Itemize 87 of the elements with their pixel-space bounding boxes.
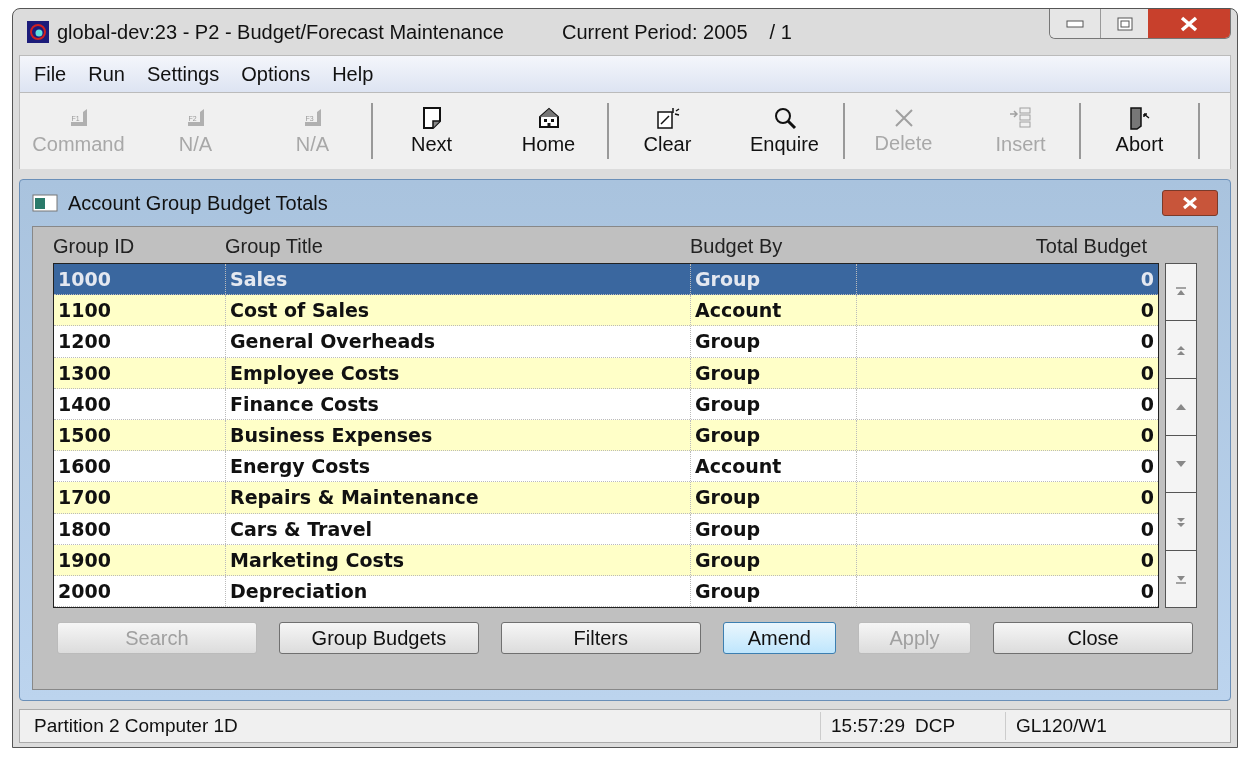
close-icon — [892, 107, 915, 129]
table-cell: Cost of Sales — [226, 295, 691, 326]
maximize-icon — [1116, 16, 1133, 31]
table-cell: 1500 — [54, 419, 226, 451]
close-button[interactable] — [1148, 9, 1230, 38]
table-cell-text: 0 — [1139, 422, 1155, 448]
exit-door-icon — [1127, 106, 1152, 130]
table-cell: 1100 — [54, 295, 226, 326]
maximize-button[interactable] — [1100, 9, 1148, 38]
menu-item[interactable]: Run — [88, 59, 125, 89]
table-cell: 1400 — [54, 388, 226, 419]
dialog-button[interactable]: Group Budgets — [278, 622, 479, 655]
table-cell: Account — [691, 451, 857, 482]
table-cell-text: 0 — [1139, 578, 1155, 604]
menu-item[interactable]: Help — [332, 59, 374, 89]
table-cell: Group — [691, 264, 857, 295]
page-icon — [421, 106, 442, 130]
current-period: Current Period: 2005 — [561, 20, 748, 45]
column-header: Group Title — [225, 234, 324, 259]
period-number: / 1 — [769, 20, 792, 45]
table-cell: Group — [691, 482, 857, 513]
table-cell: 1600 — [54, 451, 226, 482]
minimize-icon — [1066, 19, 1084, 28]
table-cell: Employee Costs — [226, 357, 691, 388]
status-time: 15:57:29 — [820, 711, 915, 741]
table-cell: Sales — [226, 264, 691, 295]
table-cell: Group — [691, 326, 857, 357]
table-cell-text: 0 — [1139, 547, 1155, 573]
table-cell: 1700 — [54, 482, 226, 513]
table-cell: Energy Costs — [226, 451, 691, 482]
dialog-button[interactable]: Amend — [722, 622, 836, 655]
table-cell: Group — [691, 513, 857, 544]
close-icon — [1181, 196, 1199, 210]
table-cell-text: 0 — [1139, 298, 1155, 324]
menu-item[interactable]: Settings — [146, 59, 220, 89]
table-cell: General Overheads — [226, 326, 691, 357]
status-message: Partition 2 Computer 1D — [33, 713, 239, 738]
toolbar-button[interactable]: Home — [490, 106, 607, 156]
toolbar-button[interactable]: Next — [373, 106, 490, 156]
dialog-close-button[interactable] — [1162, 190, 1218, 216]
column-header: Budget By — [690, 234, 784, 259]
close-icon — [1179, 15, 1199, 32]
column-header: Total Budget — [1034, 234, 1147, 259]
table-cell-text: 0 — [1139, 329, 1155, 355]
table-cell: Account — [691, 295, 857, 326]
table-cell-text: 0 — [1139, 454, 1155, 480]
app-logo-icon — [27, 21, 49, 43]
dialog-button[interactable]: Close — [993, 622, 1194, 655]
dialog-button[interactable]: Filters — [500, 622, 701, 655]
table-cell-text: 0 — [1139, 391, 1155, 417]
table-cell: 1200 — [54, 326, 226, 357]
house-icon — [537, 106, 560, 130]
table-cell: Group — [691, 419, 857, 451]
table-cell-text: 0 — [1139, 360, 1155, 386]
table-cell: Repairs & Maintenance — [226, 482, 691, 513]
column-header: Group ID — [53, 234, 136, 259]
table-cell: Finance Costs — [226, 388, 691, 419]
table-cell-text: 0 — [1139, 516, 1155, 542]
table-cell: Cars & Travel — [226, 513, 691, 544]
table-cell: Group — [691, 575, 857, 607]
minimize-button[interactable] — [1050, 9, 1100, 38]
insert-rows-icon — [1008, 106, 1033, 130]
table-cell: 1300 — [54, 357, 226, 388]
menu-item[interactable]: Options — [241, 59, 311, 89]
table-cell-text: 0 — [1139, 267, 1155, 292]
menu-item[interactable]: File — [34, 59, 67, 89]
dialog-icon — [32, 194, 58, 212]
sparkle-page-icon — [655, 106, 680, 130]
table-cell: Depreciation — [226, 575, 691, 607]
table-cell: Group — [691, 357, 857, 388]
table-cell: Group — [691, 544, 857, 575]
toolbar-button[interactable]: Enquire — [726, 106, 843, 156]
table-cell: 1000 — [54, 264, 226, 295]
search-icon — [772, 106, 797, 130]
toolbar-button[interactable]: Clear — [609, 106, 726, 156]
table-cell: 2000 — [54, 575, 226, 607]
dialog-title: Account Group Budget Totals — [68, 191, 328, 216]
window-title: global-dev:23 - P2 - Budget/Forecast Maintenance — [57, 20, 504, 45]
status-program: GL120/W1 — [1004, 711, 1117, 741]
table-cell: Group — [691, 388, 857, 419]
table-cell: 1800 — [54, 513, 226, 544]
table-cell: Business Expenses — [226, 419, 691, 451]
table-cell: 1900 — [54, 544, 226, 575]
table-cell: Marketing Costs — [226, 544, 691, 575]
status-user: DCP — [914, 713, 957, 738]
table-cell-text: 0 — [1139, 485, 1155, 511]
toolbar-button[interactable]: Abort — [1081, 106, 1198, 156]
